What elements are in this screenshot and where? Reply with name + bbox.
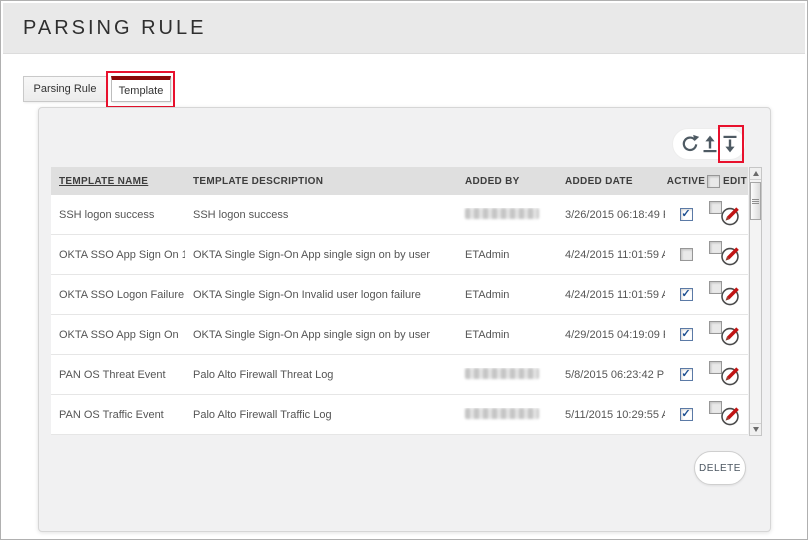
page-header: PARSING RULE [3,3,805,54]
added-by-cell: ETAdmin [457,329,557,341]
added-by-cell [457,368,557,382]
edit-pencil-icon[interactable] [720,365,741,386]
active-checkbox[interactable] [680,288,693,301]
active-cell [665,208,707,221]
template-name-cell: SSH logon success [51,209,185,221]
tab-parsing-rule-label: Parsing Rule [34,83,97,95]
edit-pencil-icon[interactable] [720,285,741,306]
added-by-cell [457,208,557,222]
added-by-value: ETAdmin [465,289,509,301]
active-checkbox[interactable] [680,248,693,261]
edit-cell [707,355,748,394]
template-description-cell: Palo Alto Firewall Traffic Log [185,409,457,421]
column-header-template-description[interactable]: TEMPLATE DESCRIPTION [185,176,457,187]
template-panel: TEMPLATE NAME TEMPLATE DESCRIPTION ADDED… [38,107,771,532]
added-date-cell: 5/8/2015 06:23:42 PM [557,369,665,381]
tab-parsing-rule[interactable]: Parsing Rule [23,76,107,102]
table-body: SSH logon success SSH logon success 3/26… [51,195,748,435]
table-row: PAN OS Threat Event Palo Alto Firewall T… [51,355,748,395]
active-checkbox[interactable] [680,368,693,381]
template-description-cell: Palo Alto Firewall Threat Log [185,369,457,381]
edit-cell [707,275,748,314]
added-by-redacted-blur [465,408,539,419]
active-cell [665,368,707,381]
added-date-cell: 4/24/2015 11:01:59 AM [557,249,665,261]
active-cell [665,248,707,261]
table-row: OKTA SSO App Sign On 1 OKTA Single Sign-… [51,235,748,275]
tab-template-label: Template [119,85,164,97]
column-header-active[interactable]: ACTIVE [665,176,707,187]
added-by-cell [457,408,557,422]
added-by-cell: ETAdmin [457,289,557,301]
template-description-cell: OKTA Single Sign-On Invalid user logon f… [185,289,457,301]
active-cell [665,408,707,421]
template-name-cell: OKTA SSO App Sign On [51,329,185,341]
template-name-cell: PAN OS Traffic Event [51,409,185,421]
table-row: SSH logon success SSH logon success 3/26… [51,195,748,235]
added-date-cell: 5/11/2015 10:29:55 AM [557,409,665,421]
templates-table: TEMPLATE NAME TEMPLATE DESCRIPTION ADDED… [51,167,748,435]
added-by-cell: ETAdmin [457,249,557,261]
added-date-cell: 4/24/2015 11:01:59 AM [557,289,665,301]
edit-pencil-icon[interactable] [720,205,741,226]
active-checkbox[interactable] [680,328,693,341]
active-checkbox[interactable] [680,208,693,221]
app-window: PARSING RULE Parsing Rule Template [0,0,808,540]
edit-cell [707,195,748,234]
added-by-redacted-blur [465,208,539,219]
edit-pencil-icon[interactable] [720,405,741,426]
edit-cell [707,315,748,354]
edit-select-all-checkbox[interactable] [707,175,720,188]
template-description-cell: OKTA Single Sign-On App single sign on b… [185,249,457,261]
edit-pencil-icon[interactable] [720,325,741,346]
refresh-icon[interactable] [680,134,700,154]
column-header-template-name[interactable]: TEMPLATE NAME [51,176,185,187]
edit-cell [707,395,748,434]
scroll-down-arrow-icon[interactable] [750,423,761,435]
tab-bar: Parsing Rule Template [23,76,171,102]
template-name-cell: OKTA SSO App Sign On 1 [51,249,185,261]
table-row: PAN OS Traffic Event Palo Alto Firewall … [51,395,748,435]
column-header-added-by[interactable]: ADDED BY [457,176,557,187]
template-name-cell: OKTA SSO Logon Failure [51,289,185,301]
added-date-cell: 3/26/2015 06:18:49 PM [557,209,665,221]
table-row: OKTA SSO Logon Failure OKTA Single Sign-… [51,275,748,315]
table-scrollbar[interactable] [749,167,762,436]
scrollbar-thumb[interactable] [750,182,761,220]
template-name-cell: PAN OS Threat Event [51,369,185,381]
added-by-redacted-blur [465,368,539,379]
delete-button[interactable]: DELETE [694,451,746,485]
template-description-cell: OKTA Single Sign-On App single sign on b… [185,329,457,341]
table-header-row: TEMPLATE NAME TEMPLATE DESCRIPTION ADDED… [51,167,748,195]
download-icon[interactable] [720,134,740,154]
page-title: PARSING RULE [23,17,206,40]
active-checkbox[interactable] [680,408,693,421]
table-toolbar [672,128,746,160]
template-description-cell: SSH logon success [185,209,457,221]
added-date-cell: 4/29/2015 04:19:09 PM [557,329,665,341]
active-cell [665,328,707,341]
added-by-value: ETAdmin [465,249,509,261]
added-by-value: ETAdmin [465,329,509,341]
upload-icon[interactable] [700,134,720,154]
active-cell [665,288,707,301]
column-header-edit: EDIT [707,175,748,188]
scroll-up-arrow-icon[interactable] [750,168,761,180]
table-row: OKTA SSO App Sign On OKTA Single Sign-On… [51,315,748,355]
column-header-added-date[interactable]: ADDED DATE [557,176,665,187]
edit-pencil-icon[interactable] [720,245,741,266]
tab-template[interactable]: Template [111,76,171,102]
edit-cell [707,235,748,274]
column-header-edit-label[interactable]: EDIT [723,176,747,187]
